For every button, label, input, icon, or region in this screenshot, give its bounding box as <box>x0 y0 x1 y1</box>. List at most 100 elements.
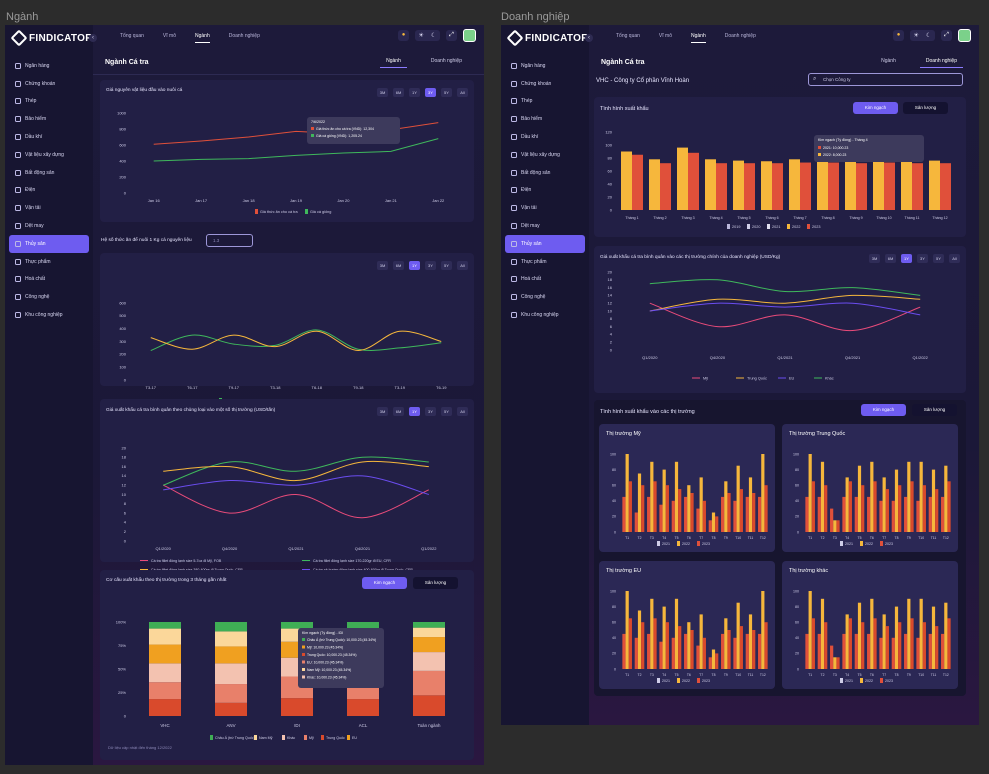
expand-icon[interactable]: ⤢ <box>941 30 952 41</box>
sidebar-item[interactable]: Thực phẩm <box>9 253 89 271</box>
avatar[interactable] <box>958 29 971 42</box>
company-search-input[interactable]: Chọn Công ty <box>808 73 963 86</box>
sidebar-item[interactable]: Bảo hiểm <box>9 110 89 128</box>
sidebar-item[interactable]: Dầu khí <box>9 128 89 146</box>
stack-segment <box>413 622 445 628</box>
sun-icon: ☀ <box>913 33 919 39</box>
sidebar-item[interactable]: Thủy sản <box>9 234 89 253</box>
bell-icon[interactable]: ● <box>398 30 409 41</box>
sidebar-item[interactable]: Ngân hàng <box>505 57 585 75</box>
subtab-industry[interactable]: Ngành <box>380 58 407 68</box>
sidebar-item-label: Công nghệ <box>25 294 50 301</box>
nav-item-icon <box>15 169 21 176</box>
top-tab[interactable]: Tổng quan <box>616 33 640 43</box>
theme-toggle[interactable]: ☀ ☾ <box>415 30 440 41</box>
subtab-company[interactable]: Doanh nghiệp <box>425 58 468 68</box>
bar <box>758 633 762 669</box>
sidebar-item[interactable]: Chứng khoán <box>505 75 585 93</box>
sidebar-item[interactable]: Hoá chất <box>9 271 89 289</box>
market-panel-china: Thị trường Trung Quốc 100 80 60 40 20 0 T1 T2 T3 T… <box>782 424 958 552</box>
volume-button[interactable]: Sản lượng <box>912 404 957 416</box>
sidebar-item[interactable]: Dệt may <box>9 217 89 235</box>
logo-mark-icon <box>506 29 524 47</box>
bar <box>699 477 703 532</box>
sidebar-item[interactable]: Thực phẩm <box>505 253 585 271</box>
sidebar-item[interactable]: Hoá chất <box>505 271 585 289</box>
y-tick-label: 100 <box>610 452 616 456</box>
bar <box>628 618 632 669</box>
bar <box>907 598 911 669</box>
legend-label: Khác <box>825 377 834 381</box>
sidebar-item[interactable]: Điện <box>9 182 89 200</box>
avatar[interactable] <box>463 29 476 42</box>
top-tab[interactable]: Doanh nghiệp <box>229 33 260 43</box>
subtab-industry[interactable]: Ngành <box>875 58 902 68</box>
bell-icon[interactable]: ● <box>893 30 904 41</box>
bar <box>854 496 858 532</box>
sidebar-item[interactable]: Thép <box>505 93 585 111</box>
top-tab[interactable]: Vĩ mô <box>163 33 176 43</box>
sidebar-item[interactable]: Vật liệu xây dựng <box>505 146 585 164</box>
brand-name: FINDICATOR <box>29 32 93 44</box>
tooltip-date: 7/6/2022 <box>311 120 325 124</box>
sidebar-item[interactable]: Khu công nghiệp <box>9 306 89 324</box>
logo[interactable]: FINDICATOR <box>506 29 589 47</box>
top-tab[interactable]: Doanh nghiệp <box>725 33 756 43</box>
bar <box>885 489 889 532</box>
sidebar-item[interactable]: Bảo hiểm <box>505 110 585 128</box>
legend-label: 2021 <box>845 679 853 683</box>
sidebar-item[interactable]: Bất động sản <box>9 164 89 182</box>
top-tab[interactable]: Vĩ mô <box>659 33 672 43</box>
category-label: ANV <box>226 723 235 728</box>
x-tick-label: T6 <box>870 536 874 540</box>
bar <box>857 465 862 532</box>
sidebar-item[interactable]: Bất động sản <box>505 164 585 182</box>
top-tab[interactable]: Ngành <box>194 33 210 43</box>
sidebar-item[interactable]: Thủy sản <box>505 234 585 253</box>
sidebar-item[interactable]: Ngân hàng <box>9 57 89 75</box>
top-tab[interactable]: Tổng quan <box>120 33 144 43</box>
y-tick-label: 120 <box>605 129 612 134</box>
feed-ratio-input[interactable]: 1.3 <box>206 234 253 247</box>
x-tick-label: T1 <box>808 536 812 540</box>
tooltip-swatch <box>302 668 305 671</box>
sidebar-item[interactable]: Công nghệ <box>9 288 89 306</box>
bar <box>678 489 682 532</box>
sidebar-item-label: Hoá chất <box>25 276 46 283</box>
sidebar-item[interactable]: Vật liệu xây dựng <box>9 146 89 164</box>
export-chart: 120 100 80 60 40 20 0 Tháng 1 Tháng 2 Tháng 3 Thán… <box>605 129 951 229</box>
top-tabs: Tổng quan Vĩ mô Ngành Doanh nghiệp <box>616 33 756 43</box>
sidebar-item[interactable]: Khu công nghiệp <box>505 306 585 324</box>
sidebar-item[interactable]: Chứng khoán <box>9 75 89 93</box>
x-tick-label: T6 <box>687 673 691 677</box>
sidebar-item[interactable]: Dệt may <box>505 217 585 235</box>
x-tick-label: T4 <box>845 536 849 540</box>
sidebar-item[interactable]: Vận tải <box>9 199 89 217</box>
sidebar-item[interactable]: Thép <box>9 93 89 111</box>
y-tick-label: 80 <box>795 468 799 472</box>
sidebar-item[interactable]: Điện <box>505 182 585 200</box>
logo[interactable]: FINDICATOR <box>10 29 93 47</box>
expand-icon[interactable]: ⤢ <box>446 30 457 41</box>
top-tab[interactable]: Ngành <box>690 33 706 43</box>
sidebar-item[interactable]: Công nghệ <box>505 288 585 306</box>
tooltip-line: EU: 10,000.23 (45.34%) <box>307 661 343 665</box>
tooltip-line: Nam Mỹ: 10,000.23 (45.34%) <box>307 668 351 672</box>
value-button[interactable]: Kim ngạch <box>861 404 906 416</box>
bar <box>733 160 744 210</box>
bar <box>870 598 874 669</box>
sidebar-item[interactable]: Dầu khí <box>505 128 585 146</box>
legend-label: 2019 <box>732 225 740 229</box>
stack-segment <box>215 684 247 703</box>
subtab-company[interactable]: Doanh nghiệp <box>919 58 963 68</box>
bar <box>879 637 883 669</box>
market-chart-us: 100 80 60 40 20 0 T1 T2 T3 T4 T5 T6 T7 T8 T9 T10 T11 T12 2… <box>610 452 768 546</box>
y-tick-label: 0 <box>797 530 799 534</box>
y-tick-label: 600 <box>119 142 126 147</box>
series-line <box>163 475 429 495</box>
y-tick-label: 12 <box>122 483 127 488</box>
bar <box>808 591 812 669</box>
sidebar-item[interactable]: Vận tải <box>505 199 585 217</box>
x-tick-label: Tháng 12 <box>932 216 947 220</box>
theme-toggle[interactable]: ☀ ☾ <box>910 30 935 41</box>
